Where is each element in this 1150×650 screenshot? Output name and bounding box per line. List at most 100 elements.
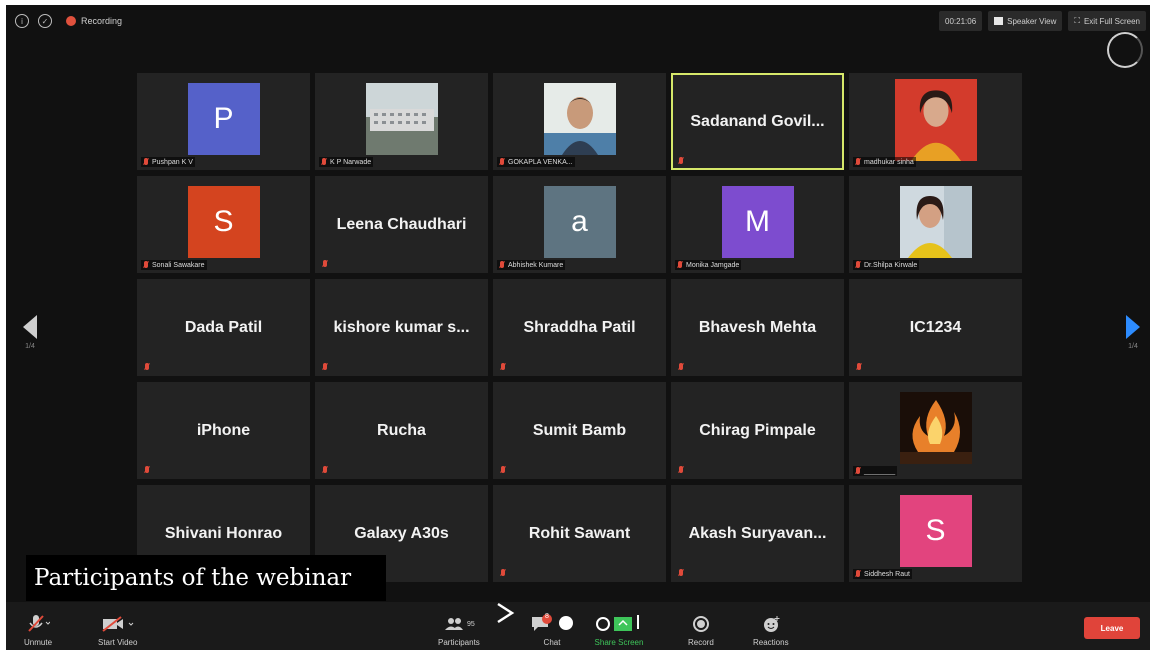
leave-button[interactable]: Leave [1084,617,1140,639]
share-screen-button[interactable]: Share Screen [594,613,644,647]
participant-video [899,186,972,258]
participant-label: Sonali Sawakare [141,260,207,270]
participant-name: IC1234 [909,318,962,336]
participant-name: Galaxy A30s [354,524,449,542]
participant-label-text: GOKAPLA VENKA... [508,158,573,166]
chat-button[interactable]: 8 Chat [528,613,576,647]
participant-video [365,83,438,155]
meeting-window: i ✓ Recording 00:21:06 Speaker View ⛶ Exi… [6,5,1150,650]
participant-label: Monika Jamgade [675,260,742,270]
fullscreen-icon: ⛶ [1074,16,1080,25]
cursor-chevron-icon [494,601,516,630]
reactions-icon [762,613,780,635]
exit-fullscreen-button[interactable]: ⛶ Exit Full Screen [1068,11,1146,31]
participant-video [899,392,972,464]
participant-tile[interactable]: K P Narwade [315,73,488,170]
participants-button[interactable]: 95 Participants [438,613,480,647]
participant-tile[interactable]: Sadanand Govil... [671,73,844,170]
participant-name: Leena Chaudhari [336,215,467,233]
share-screen-label: Share Screen [594,638,644,647]
security-icon[interactable]: ✓ [38,14,52,28]
start-video-button[interactable]: Start Video [98,613,137,647]
unmute-button[interactable]: Unmute [24,613,52,647]
recording-label: Recording [81,16,123,26]
participant-name: Dada Patil [184,318,263,336]
participant-label: madhukar sinha [853,157,916,167]
gallery-grid: P Pushpan K V K P Narwade GOKAPLA VENKA... S… [137,73,1027,582]
microphone-muted-icon [321,158,327,166]
microphone-muted-icon [144,363,150,371]
previous-page-button[interactable]: 1/4 [20,315,40,350]
participant-name: Rucha [377,421,426,439]
microphone-muted-icon [26,613,50,635]
avatar: a [543,186,616,258]
microphone-muted-icon [855,570,861,578]
participants-count: 95 [467,620,475,628]
top-bar: i ✓ Recording 00:21:06 Speaker View ⛶ Exi… [6,5,1150,37]
participant-tile[interactable]: Shraddha Patil [493,279,666,376]
microphone-muted-icon [855,467,861,475]
participant-label: Dr.Shilpa Kirwale [853,260,920,270]
participant-tile[interactable]: P Pushpan K V [137,73,310,170]
participant-tile[interactable]: IC1234 [849,279,1022,376]
participant-tile[interactable]: Sumit Bamb [493,382,666,479]
participant-tile[interactable]: Akash Suryavan... [671,485,844,582]
participant-tile[interactable]: kishore kumar s... [315,279,488,376]
participant-label-text: Abhishek Kumare [508,261,564,269]
participant-tile[interactable]: M Monika Jamgade [671,176,844,273]
participant-tile[interactable]: a Abhishek Kumare [493,176,666,273]
participant-label-text: Dr.Shilpa Kirwale [864,261,918,269]
microphone-muted-icon [143,261,149,269]
participant-tile[interactable]: Dr.Shilpa Kirwale [849,176,1022,273]
participant-tile[interactable]: Rohit Sawant [493,485,666,582]
participant-tile[interactable]: Dada Patil [137,279,310,376]
page-indicator-right: 1/4 [1128,343,1138,350]
microphone-muted-icon [144,466,150,474]
microphone-muted-icon [678,157,684,165]
microphone-muted-icon [143,158,149,166]
participant-tile[interactable]: S Siddhesh Raut [849,485,1022,582]
microphone-muted-icon [322,466,328,474]
participant-tile[interactable]: Bhavesh Mehta [671,279,844,376]
participant-tile[interactable]: iPhone [137,382,310,479]
record-icon [692,613,710,635]
start-video-label: Start Video [98,638,138,647]
participant-tile[interactable]: GOKAPLA VENKA... [493,73,666,170]
participant-tile[interactable]: madhukar sinha [849,73,1022,170]
microphone-muted-icon [855,261,861,269]
participant-tile[interactable]: Rucha [315,382,488,479]
participant-label: ________ [853,466,898,476]
participant-tile[interactable]: Chirag Pimpale [671,382,844,479]
participant-tile[interactable]: S Sonali Sawakare [137,176,310,273]
microphone-muted-icon [500,466,506,474]
avatar: M [721,186,794,258]
participant-tile[interactable]: Leena Chaudhari [315,176,488,273]
chat-label: Chat [543,638,561,647]
avatar: S [899,495,972,567]
microphone-muted-icon [678,363,684,371]
participant-label-text: K P Narwade [330,158,372,166]
info-icon[interactable]: i [15,14,29,28]
participant-tile[interactable]: ________ [849,382,1022,479]
microphone-muted-icon [678,466,684,474]
participant-video [894,79,977,161]
participant-label: Abhishek Kumare [497,260,566,270]
participant-name: iPhone [196,421,251,439]
arrow-right-icon [1126,315,1140,339]
microphone-muted-icon [500,363,506,371]
microphone-muted-icon [677,261,683,269]
avatar: S [187,186,260,258]
next-page-button[interactable]: 1/4 [1123,315,1143,350]
speaker-view-button[interactable]: Speaker View [988,11,1063,31]
participant-label: Pushpan K V [141,157,195,167]
reactions-label: Reactions [753,638,789,647]
reactions-button[interactable]: Reactions [753,613,789,647]
microphone-muted-icon [322,260,328,268]
participant-label-text: Pushpan K V [152,158,193,166]
participant-name: kishore kumar s... [333,318,470,336]
microphone-muted-icon [855,158,861,166]
video-off-icon [101,613,135,635]
participant-name: Chirag Pimpale [699,421,816,439]
record-button[interactable]: Record [688,613,714,647]
participants-label: Participants [438,638,480,647]
